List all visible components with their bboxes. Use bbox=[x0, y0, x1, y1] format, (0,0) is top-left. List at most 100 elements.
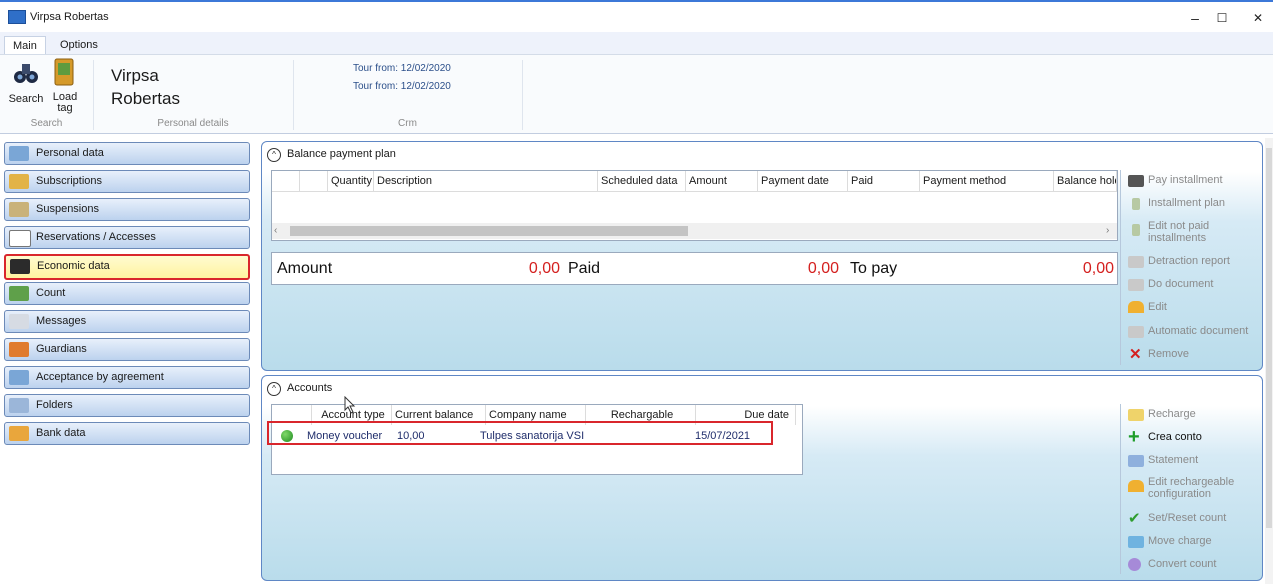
recharge-icon bbox=[1128, 409, 1144, 421]
collapse-toggle[interactable]: ^ bbox=[267, 148, 281, 162]
nav-messages[interactable]: Messages bbox=[4, 310, 250, 333]
pay-installment-button[interactable]: Pay installment bbox=[1128, 174, 1223, 188]
bank-icon bbox=[9, 426, 29, 441]
tab-main[interactable]: Main bbox=[4, 36, 46, 55]
to-pay-label: To pay bbox=[850, 260, 898, 277]
document-icon bbox=[1132, 198, 1140, 210]
remove-button[interactable]: ✕ Remove bbox=[1128, 346, 1189, 363]
action-label: Detraction report bbox=[1148, 255, 1230, 267]
plus-icon: + bbox=[1128, 426, 1140, 448]
column-header[interactable] bbox=[272, 171, 300, 191]
column-header[interactable]: Payment method bbox=[920, 171, 1054, 191]
nav-label: Guardians bbox=[36, 343, 87, 355]
document-icon bbox=[1128, 326, 1144, 338]
folder-icon bbox=[9, 398, 29, 413]
nav-label: Suspensions bbox=[36, 203, 99, 215]
nav-label: Economic data bbox=[37, 260, 110, 272]
edit-icon bbox=[1128, 480, 1144, 492]
app-icon bbox=[8, 10, 26, 24]
load-tag-button[interactable]: Load tag bbox=[50, 58, 80, 118]
minimize-button[interactable]: – bbox=[1183, 8, 1207, 28]
nav-label: Bank data bbox=[36, 427, 86, 439]
close-button[interactable]: ✕ bbox=[1246, 8, 1270, 28]
nav-bank-data[interactable]: Bank data bbox=[4, 422, 250, 445]
document-icon bbox=[1132, 224, 1140, 236]
action-label: Edit bbox=[1148, 301, 1167, 313]
vertical-scrollbar[interactable] bbox=[1265, 138, 1273, 584]
edit-not-paid-installments-button[interactable]: Edit not paid installments bbox=[1128, 220, 1258, 244]
column-header[interactable]: Payment date bbox=[758, 171, 848, 191]
installment-plan-button[interactable]: Installment plan bbox=[1128, 197, 1226, 210]
column-header[interactable] bbox=[300, 171, 328, 191]
document-icon bbox=[1128, 279, 1144, 291]
ribbon-group-crm: Crm bbox=[398, 118, 417, 129]
nav-reservations-accesses[interactable]: Reservations / Accesses bbox=[4, 226, 250, 249]
report-icon bbox=[1128, 256, 1144, 268]
search-button[interactable]: Search bbox=[8, 58, 44, 114]
nav-count[interactable]: Count bbox=[4, 282, 250, 305]
column-header[interactable]: Description bbox=[374, 171, 598, 191]
edit-rechargeable-configuration-button[interactable]: Edit rechargeable configuration bbox=[1128, 476, 1258, 500]
message-icon bbox=[9, 314, 29, 329]
amount-value: 0,00 bbox=[528, 260, 560, 277]
collapse-toggle[interactable]: ^ bbox=[267, 382, 281, 396]
ribbon-tab-strip bbox=[0, 32, 1273, 54]
scrollbar-thumb[interactable] bbox=[1266, 148, 1272, 528]
edit-button[interactable]: Edit bbox=[1128, 301, 1167, 313]
action-label: Remove bbox=[1148, 348, 1189, 360]
person-first-name: Virpsa bbox=[111, 66, 159, 85]
scrollbar-thumb[interactable] bbox=[290, 226, 688, 236]
nav-economic-data[interactable]: Economic data bbox=[4, 254, 250, 280]
accounts-panel: ^ Accounts Account type Current balance … bbox=[261, 375, 1263, 581]
crea-conto-button[interactable]: + Crea conto bbox=[1128, 426, 1202, 448]
move-charge-button[interactable]: Move charge bbox=[1128, 535, 1212, 548]
set-reset-count-button[interactable]: ✔ Set/Reset count bbox=[1128, 510, 1226, 527]
column-header[interactable]: Balance hold bbox=[1054, 171, 1117, 191]
convert-icon bbox=[1128, 558, 1141, 571]
scroll-left-icon[interactable]: ‹ bbox=[274, 225, 277, 236]
tour-line-2: Tour from: 12/02/2020 bbox=[353, 81, 451, 92]
tour-line-1: Tour from: 12/02/2020 bbox=[353, 63, 451, 74]
person-last-name: Robertas bbox=[111, 89, 180, 108]
nav-subscriptions[interactable]: Subscriptions bbox=[4, 170, 250, 193]
action-label: Pay installment bbox=[1148, 174, 1223, 186]
nav-guardians[interactable]: Guardians bbox=[4, 338, 250, 361]
do-document-button[interactable]: Do document bbox=[1128, 278, 1214, 291]
to-pay-value: 0,00 bbox=[1082, 260, 1114, 277]
window-title: Virpsa Robertas bbox=[30, 11, 109, 23]
column-header[interactable]: Scheduled data bbox=[598, 171, 686, 191]
action-label: Crea conto bbox=[1148, 431, 1202, 443]
detraction-report-button[interactable]: Detraction report bbox=[1128, 255, 1230, 268]
action-label: Do document bbox=[1148, 278, 1214, 290]
action-label: Installment plan bbox=[1148, 197, 1226, 209]
automatic-document-button[interactable]: Automatic document bbox=[1128, 325, 1248, 338]
left-navigation: Personal data Subscriptions Suspensions … bbox=[0, 140, 256, 584]
statement-button[interactable]: Statement bbox=[1128, 454, 1198, 467]
nav-folders[interactable]: Folders bbox=[4, 394, 250, 417]
convert-count-button[interactable]: Convert count bbox=[1128, 558, 1216, 571]
tab-options[interactable]: Options bbox=[52, 36, 106, 54]
load-tag-label: Load tag bbox=[52, 91, 78, 114]
scroll-right-icon[interactable]: › bbox=[1106, 225, 1109, 236]
person-card-icon bbox=[9, 146, 29, 161]
column-header[interactable]: Amount bbox=[686, 171, 758, 191]
maximize-button[interactable]: ☐ bbox=[1210, 8, 1234, 28]
statement-icon bbox=[1128, 455, 1144, 467]
search-button-label: Search bbox=[8, 93, 44, 105]
people-icon bbox=[9, 342, 29, 357]
nav-personal-data[interactable]: Personal data bbox=[4, 142, 250, 165]
recharge-button[interactable]: Recharge bbox=[1128, 408, 1196, 421]
ticket-icon bbox=[9, 174, 29, 189]
accounts-panel-title: Accounts bbox=[287, 382, 333, 394]
checkmark-icon: ✔ bbox=[1128, 510, 1141, 527]
installments-grid[interactable]: Quantity Description Scheduled data Amou… bbox=[271, 170, 1118, 241]
action-label: Edit rechargeable configuration bbox=[1148, 476, 1235, 500]
money-stack-icon bbox=[9, 286, 29, 301]
nav-label: Folders bbox=[36, 399, 73, 411]
column-header[interactable]: Paid bbox=[848, 171, 920, 191]
horizontal-scrollbar[interactable]: ‹ › bbox=[272, 223, 1117, 239]
nav-acceptance-by-agreement[interactable]: Acceptance by agreement bbox=[4, 366, 250, 389]
action-label: Edit not paid installments bbox=[1148, 220, 1210, 244]
column-header[interactable]: Quantity bbox=[328, 171, 374, 191]
nav-suspensions[interactable]: Suspensions bbox=[4, 198, 250, 221]
